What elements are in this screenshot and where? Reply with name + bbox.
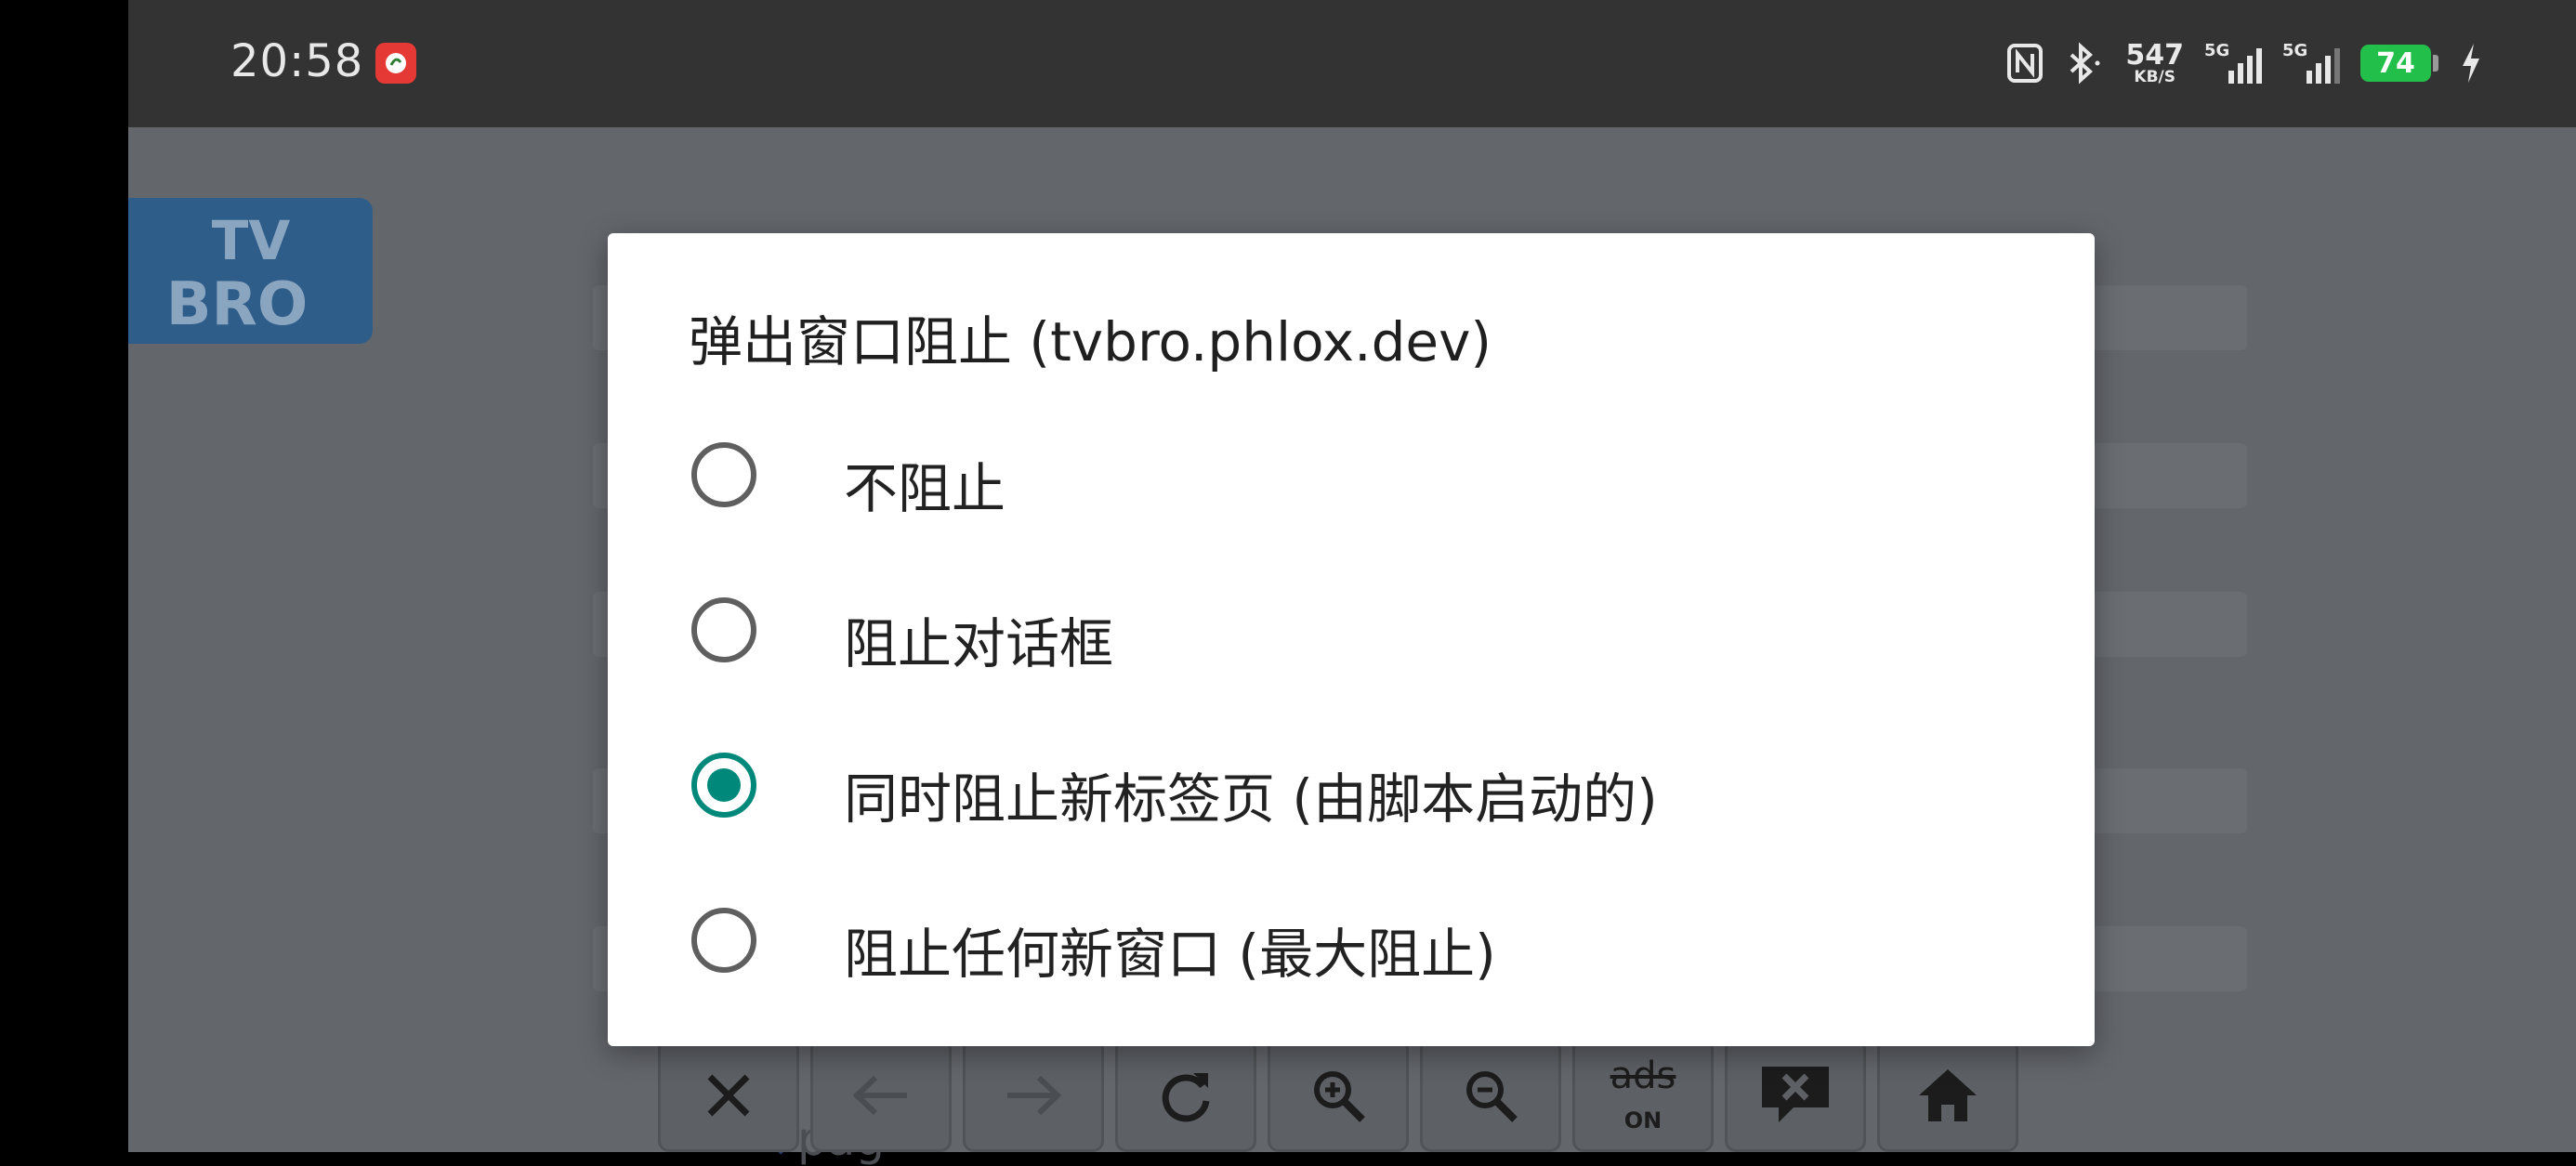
logo-text-top: TV (211, 211, 290, 272)
popup-block-icon (1762, 1066, 1829, 1122)
network-speed: 547 KB/S (2125, 38, 2184, 86)
option-no-block[interactable]: 不阻止 (608, 400, 2095, 549)
option-block-new-tabs[interactable]: 同时阻止新标签页 (由脚本启动的) (608, 711, 2095, 859)
network-speed-unit: KB/S (2134, 67, 2175, 86)
tvbro-logo: TV BRO (128, 198, 373, 344)
close-button[interactable] (658, 1038, 799, 1152)
dialog-title: 弹出窗口阻止 (tvbro.phlox.dev) (689, 310, 1492, 373)
logo-text-bottom: BRO (165, 270, 307, 332)
bluetooth-icon (2064, 42, 2105, 85)
charging-icon (2459, 42, 2483, 85)
option-label: 阻止对话框 (844, 612, 1114, 675)
radio-button[interactable] (691, 442, 756, 507)
radio-button[interactable] (691, 597, 756, 662)
radio-button[interactable] (691, 908, 756, 973)
browser-toolbar: ads ON (658, 1038, 2018, 1152)
zoom-out-button[interactable] (1420, 1038, 1561, 1152)
option-block-all-windows[interactable]: 阻止任何新窗口 (最大阻止) (608, 866, 2095, 1015)
refresh-icon (1162, 1072, 1210, 1121)
option-label: 同时阻止新标签页 (由脚本启动的) (844, 767, 1658, 831)
ads-toggle-button[interactable]: ads ON (1572, 1038, 1714, 1152)
back-arrow-icon (852, 1075, 907, 1115)
option-label: 不阻止 (844, 457, 1006, 520)
battery-icon: 74 (2360, 45, 2431, 82)
nfc-icon (2006, 43, 2044, 84)
zoom-out-icon (1466, 1070, 1518, 1122)
status-bar: 20:58 547 KB/S 5G 5G 74 (128, 0, 2576, 127)
option-label: 阻止任何新窗口 (最大阻止) (844, 923, 1496, 986)
app-notification-icon (375, 43, 416, 84)
sim1-label: 5G (2204, 41, 2230, 60)
network-speed-value: 547 (2125, 38, 2184, 72)
forward-arrow-icon (1007, 1075, 1062, 1115)
sim2-signal-icon: 5G (2282, 41, 2340, 85)
ads-state: ON (1623, 1107, 1663, 1133)
close-icon (707, 1074, 750, 1116)
zoom-in-icon (1314, 1070, 1365, 1122)
back-button[interactable] (810, 1038, 952, 1152)
option-block-dialogs[interactable]: 阻止对话框 (608, 556, 2095, 704)
ads-label: ads (1610, 1054, 1676, 1097)
zoom-in-button[interactable] (1268, 1038, 1409, 1152)
refresh-button[interactable] (1115, 1038, 1256, 1152)
battery-tip (2433, 55, 2438, 72)
popup-block-button[interactable] (1725, 1038, 1866, 1152)
forward-button[interactable] (963, 1038, 1104, 1152)
sim1-signal-icon: 5G (2204, 41, 2262, 85)
popup-blocker-dialog: 弹出窗口阻止 (tvbro.phlox.dev) 不阻止 阻止对话框 同时阻止新… (608, 233, 2095, 1046)
home-icon (1919, 1068, 1977, 1121)
status-icons: 547 KB/S 5G 5G 74 (2006, 37, 2483, 89)
home-button[interactable] (1877, 1038, 2018, 1152)
screen-bezel (0, 0, 128, 1152)
sim2-label: 5G (2282, 41, 2308, 60)
battery-level: 74 (2376, 46, 2415, 80)
radio-button-selected[interactable] (691, 753, 756, 818)
status-time: 20:58 (230, 35, 364, 87)
